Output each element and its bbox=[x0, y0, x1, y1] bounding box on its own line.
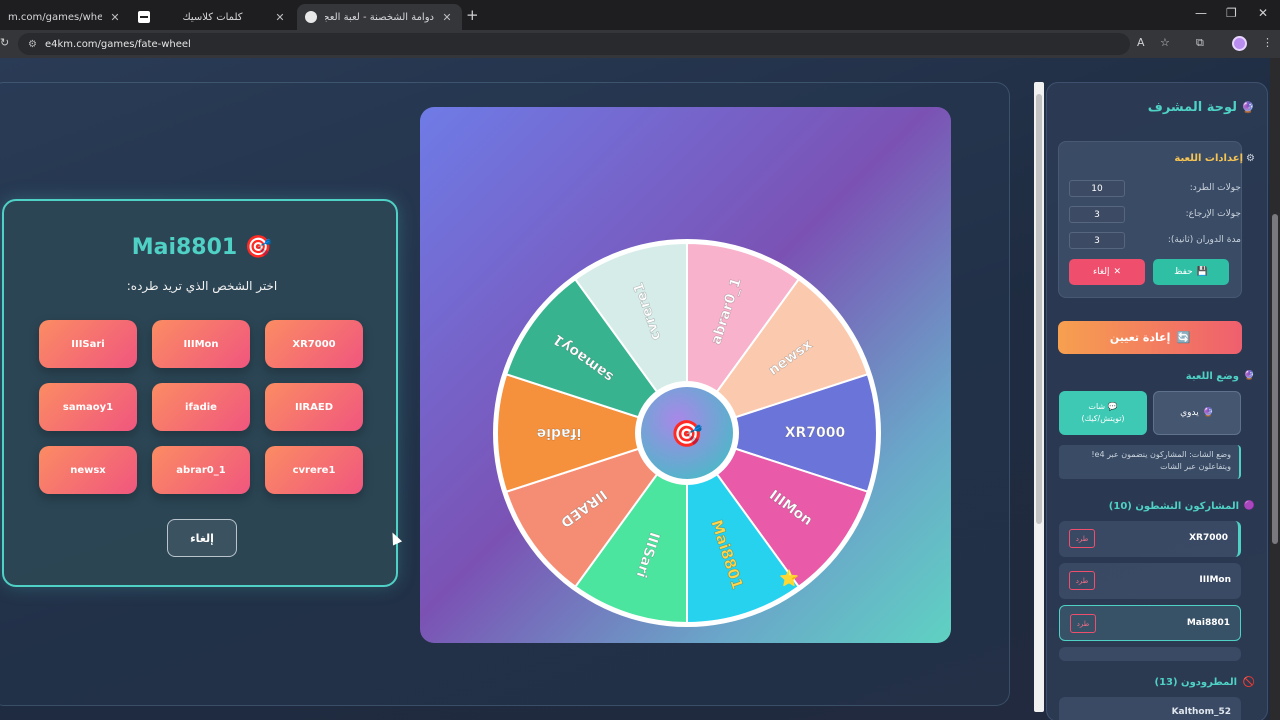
page-content: Mai8801 🎯 اختر الشخص الذي تريد طرده: III… bbox=[0, 58, 1280, 720]
kick-popup-subtitle: اختر الشخص الذي تريد طرده: bbox=[126, 279, 278, 293]
kick-rounds-label: جولات الطرد: bbox=[1189, 183, 1241, 193]
reload-icon[interactable]: ↻ bbox=[0, 36, 9, 49]
admin-panel-title: لوحة المشرف bbox=[1147, 100, 1237, 115]
restore-icon[interactable]: ❐ bbox=[1226, 6, 1237, 20]
bookmark-star-icon[interactable]: ☆ bbox=[1160, 36, 1170, 49]
settings-title: إعدادات اللعبة bbox=[1174, 153, 1243, 164]
kick-option-button[interactable]: cvrere1 bbox=[265, 446, 363, 494]
wheel-segment-label: ifadie bbox=[537, 425, 582, 441]
participant-row: XR7000 طرد bbox=[1059, 521, 1241, 557]
browser-tab-classic-words[interactable]: كلمات كلاسيك ✕ bbox=[130, 4, 295, 30]
participant-name: Mai8801 bbox=[1186, 618, 1230, 628]
crystal-icon: 🔮 bbox=[1202, 408, 1214, 418]
mode-chat-label: 💬 شات bbox=[1088, 401, 1117, 413]
participants-icon: 🟣 bbox=[1243, 501, 1255, 511]
reset-button[interactable]: 🔄 إعادة تعيين bbox=[1058, 321, 1242, 354]
spin-duration-input[interactable]: 3 bbox=[1069, 232, 1125, 249]
participant-row: Mai8801 طرد bbox=[1059, 605, 1241, 641]
extensions-icon[interactable]: ⧉ bbox=[1196, 36, 1204, 50]
no-entry-icon: 🚫 bbox=[1242, 677, 1255, 688]
browser-tab-fate-wheel[interactable]: دوامة الشخصنة - لعبة العجلة وال ✕ bbox=[297, 4, 462, 30]
page-scrollbar[interactable] bbox=[1270, 58, 1280, 720]
reset-label: إعادة تعيين bbox=[1109, 331, 1171, 344]
admin-panel: 🔮 لوحة المشرف ⚙ إعدادات اللعبة جولات الط… bbox=[1046, 82, 1268, 720]
site-info-icon[interactable]: ⚙ bbox=[28, 39, 37, 50]
star-icon: ⭐ bbox=[779, 568, 799, 587]
url-field[interactable]: ⚙ e4km.com/games/fate-wheel bbox=[18, 33, 1130, 55]
kick-popup-title: Mai8801 🎯 bbox=[4, 235, 400, 260]
chat-line-1: شات bbox=[1088, 402, 1106, 411]
crystal-icon: 🔮 bbox=[1243, 371, 1255, 381]
chat-bubble-icon: 💬 bbox=[1107, 402, 1118, 411]
x-icon: ✕ bbox=[1113, 267, 1122, 277]
spin-duration-label: مدة الدوران (ثانية): bbox=[1167, 235, 1241, 245]
mode-chat-button[interactable]: 💬 شات (تويتش/كيك) bbox=[1059, 391, 1147, 435]
kick-option-button[interactable]: newsx bbox=[39, 446, 137, 494]
cancel-label: إلغاء bbox=[1092, 267, 1110, 277]
participant-row: IIIMon طرد bbox=[1059, 563, 1241, 599]
participant-name: IIIMon bbox=[1199, 575, 1231, 585]
mode-note: وضع الشات: المشاركون ينضمون عبر e4! ويتف… bbox=[1059, 445, 1241, 479]
close-icon[interactable]: ✕ bbox=[273, 11, 287, 24]
wheel-segment-label: XR7000 bbox=[785, 425, 846, 441]
kick-button[interactable]: طرد bbox=[1069, 571, 1095, 590]
target-icon: 🎯 bbox=[671, 420, 703, 450]
translate-icon[interactable]: A bbox=[1137, 36, 1145, 49]
url-text: e4km.com/games/fate-wheel bbox=[44, 38, 191, 50]
menu-icon[interactable]: ⋮ bbox=[1262, 36, 1273, 49]
kick-option-button[interactable]: IIIMon bbox=[152, 320, 250, 368]
floppy-icon: 💾 bbox=[1196, 267, 1208, 277]
scrollbar-thumb[interactable] bbox=[1272, 214, 1278, 544]
page-favicon-icon bbox=[305, 11, 317, 23]
kick-button[interactable]: طرد bbox=[1070, 614, 1096, 633]
tab-title: كلمات كلاسيك bbox=[182, 11, 243, 23]
gear-icon: ⚙ bbox=[1246, 153, 1255, 164]
kick-cancel-button[interactable]: إلغاء bbox=[167, 519, 237, 557]
target-icon: 🎯 bbox=[244, 235, 273, 260]
minimize-icon[interactable]: — bbox=[1195, 6, 1207, 20]
kick-player-name: Mai8801 bbox=[131, 235, 238, 260]
window-close-icon[interactable]: ✕ bbox=[1258, 6, 1268, 20]
kick-option-button[interactable]: samaoy1 bbox=[39, 383, 137, 431]
chat-line-2: (تويتش/كيك) bbox=[1081, 414, 1125, 423]
cancel-settings-button[interactable]: ✕ إلغاء bbox=[1069, 259, 1145, 285]
page-favicon-icon bbox=[138, 11, 150, 23]
kick-rounds-input[interactable]: 10 bbox=[1069, 180, 1125, 197]
kicked-name: Kalthom_52 bbox=[1171, 707, 1231, 717]
browser-tab-wheel-of-fate[interactable]: m.com/games/wheel-of-fat ✕ bbox=[0, 4, 130, 30]
new-tab-button[interactable]: + bbox=[466, 6, 479, 24]
save-settings-button[interactable]: 💾 حفظ bbox=[1153, 259, 1229, 285]
kick-option-button[interactable]: XR7000 bbox=[265, 320, 363, 368]
kick-option-button[interactable]: IIRAED bbox=[265, 383, 363, 431]
browser-tab-strip: m.com/games/wheel-of-fat ✕ كلمات كلاسيك … bbox=[0, 0, 1280, 30]
mode-manual-label: يدوي bbox=[1180, 408, 1199, 418]
return-rounds-label: جولات الإرجاع: bbox=[1185, 209, 1241, 219]
game-mode-title: وضع اللعبة bbox=[1185, 371, 1239, 382]
return-rounds-input[interactable]: 3 bbox=[1069, 206, 1125, 223]
address-bar: ⚙ e4km.com/games/fate-wheel bbox=[0, 30, 1280, 58]
active-participants-title: المشاركون النشطون (10) bbox=[1108, 501, 1239, 512]
profile-avatar[interactable] bbox=[1232, 36, 1247, 51]
refresh-icon: 🔄 bbox=[1176, 331, 1191, 344]
tab-title: دوامة الشخصنة - لعبة العجلة وال bbox=[325, 11, 434, 23]
kicked-row: Kalthom_52 bbox=[1059, 697, 1241, 720]
kick-button[interactable]: طرد bbox=[1069, 529, 1095, 548]
participant-row bbox=[1059, 647, 1241, 661]
scrollbar-thumb[interactable] bbox=[1036, 94, 1042, 524]
tab-title: m.com/games/wheel-of-fat bbox=[8, 11, 102, 23]
kick-option-button[interactable]: abrar0_1 bbox=[152, 446, 250, 494]
fate-wheel[interactable]: abrar0_1newsxXR7000IIIMonMai8801 ⭐IIISari… bbox=[420, 107, 951, 643]
kick-popup: Mai8801 🎯 اختر الشخص الذي تريد طرده: III… bbox=[2, 199, 398, 587]
crystal-icon: 🔮 bbox=[1241, 101, 1255, 114]
mode-manual-button[interactable]: 🔮 يدوي bbox=[1153, 391, 1241, 435]
kick-option-button[interactable]: IIISari bbox=[39, 320, 137, 368]
close-icon[interactable]: ✕ bbox=[440, 11, 454, 24]
kicked-title: المطرودون (13) bbox=[1154, 677, 1238, 688]
save-label: حفظ bbox=[1174, 267, 1193, 277]
panel-scrollbar[interactable] bbox=[1034, 82, 1044, 712]
close-icon[interactable]: ✕ bbox=[108, 11, 122, 24]
kick-option-button[interactable]: ifadie bbox=[152, 383, 250, 431]
participant-name: XR7000 bbox=[1189, 533, 1228, 543]
